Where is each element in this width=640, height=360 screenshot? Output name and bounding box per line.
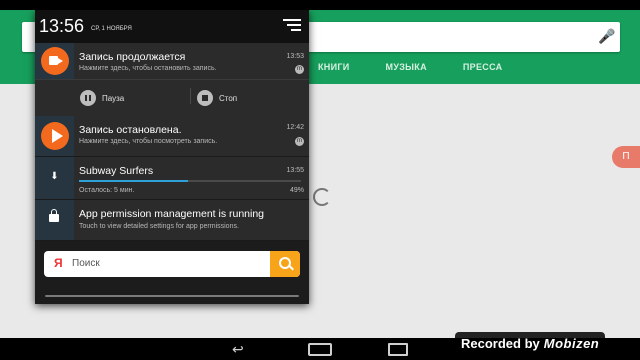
record-camera-icon xyxy=(41,47,69,75)
search-icon xyxy=(279,257,291,269)
stop-icon xyxy=(197,90,213,106)
back-icon[interactable]: ↩ xyxy=(232,340,244,358)
notification-recording-active[interactable]: Запись продолжается Нажмите здесь, чтобы… xyxy=(35,43,309,116)
app-tabs: КНИГИ МУЗЫКА ПРЕССА xyxy=(300,62,520,82)
search-input[interactable]: Поиск xyxy=(72,258,100,269)
home-icon[interactable] xyxy=(308,343,332,356)
notification-subtitle: Осталось: 5 мин. xyxy=(79,187,135,194)
download-progress-fill xyxy=(79,180,188,182)
recording-watermark: Recorded by Mobizen xyxy=(455,332,606,354)
notification-icon-box: ⬇ xyxy=(35,157,74,199)
notification-title: Subway Surfers xyxy=(79,165,154,177)
play-icon xyxy=(41,122,69,150)
quick-settings-icon[interactable] xyxy=(283,19,301,33)
mic-icon[interactable]: 🎤 xyxy=(598,28,615,46)
search-button[interactable] xyxy=(270,251,300,277)
notification-app-permission[interactable]: App permission management is running Tou… xyxy=(35,200,309,241)
stop-button[interactable]: Стоп xyxy=(197,89,237,107)
watermark-text: Recorded by xyxy=(461,335,540,351)
tab-press[interactable]: ПРЕССА xyxy=(445,62,521,82)
lock-icon xyxy=(49,209,59,222)
notification-actions: Пауза Стоп xyxy=(35,79,309,116)
shade-drag-handle[interactable] xyxy=(45,295,299,297)
status-bar xyxy=(0,0,640,10)
notification-subtitle: Нажмите здесь, чтобы посмотреть запись. xyxy=(79,138,218,145)
download-icon: ⬇ xyxy=(50,171,59,182)
notification-icon-box xyxy=(35,116,74,156)
notification-subtitle: Нажмите здесь, чтобы остановить запись. xyxy=(79,65,217,72)
notification-title: Запись остановлена. xyxy=(79,124,182,136)
loading-spinner-icon xyxy=(313,188,331,206)
pause-button[interactable]: Пауза xyxy=(80,89,124,107)
shade-header: 13:56 СР, 1 НОЯБРЯ xyxy=(35,10,309,43)
notification-time: 12:42 xyxy=(286,124,304,131)
download-percent: 49% xyxy=(289,187,304,194)
tab-music[interactable]: МУЗЫКА xyxy=(368,62,445,82)
action-divider xyxy=(190,88,191,104)
notification-subtitle: Touch to view detailed settings for app … xyxy=(79,223,239,230)
mobizen-small-icon: m xyxy=(295,65,304,74)
yandex-logo: Я xyxy=(54,256,63,270)
recent-apps-icon[interactable] xyxy=(388,343,408,356)
side-badge[interactable]: П xyxy=(612,146,640,168)
notification-time: 13:53 xyxy=(286,53,304,60)
notification-icon-box xyxy=(35,43,74,79)
notification-icon-box xyxy=(35,200,74,240)
search-widget[interactable]: Я Поиск xyxy=(44,251,300,277)
notification-time: 13:55 xyxy=(286,167,304,174)
tab-books[interactable]: КНИГИ xyxy=(300,62,368,82)
stop-label: Стоп xyxy=(219,93,238,103)
notification-title: Запись продолжается xyxy=(79,51,186,63)
date: СР, 1 НОЯБРЯ xyxy=(91,26,132,32)
mobizen-logo: Mobizen xyxy=(543,335,600,351)
clock: 13:56 xyxy=(39,16,85,36)
notification-shade: 13:56 СР, 1 НОЯБРЯ Запись продолжается Н… xyxy=(35,10,309,304)
notification-recording-stopped[interactable]: Запись остановлена. Нажмите здесь, чтобы… xyxy=(35,116,309,157)
download-progress-bar xyxy=(79,180,301,182)
notification-download[interactable]: ⬇ Subway Surfers 13:55 Осталось: 5 мин. … xyxy=(35,157,309,200)
pause-icon xyxy=(80,90,96,106)
mobizen-small-icon: m xyxy=(295,137,304,146)
notification-title: App permission management is running xyxy=(79,208,265,220)
pause-label: Пауза xyxy=(102,93,125,103)
